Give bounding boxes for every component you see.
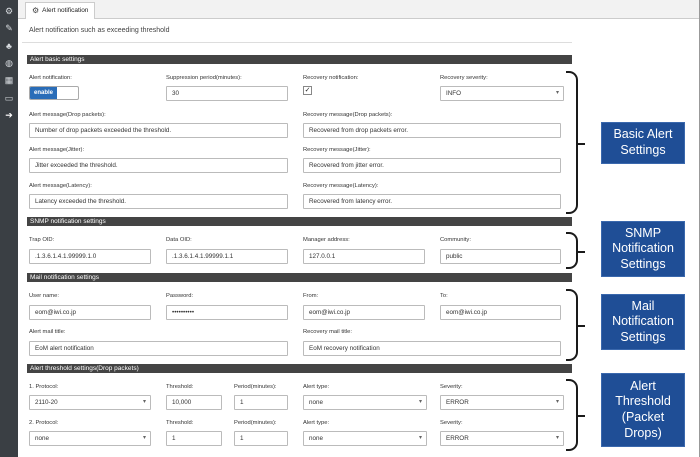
data-oid-label: Data OID:: [166, 237, 192, 243]
to-label: To:: [440, 293, 448, 299]
suppression-period-input[interactable]: 30: [166, 86, 288, 101]
protocol-1-select[interactable]: 2110-20: [29, 395, 151, 410]
tab-alert-notification[interactable]: ⚙ Alert notification: [25, 2, 96, 19]
latency-recovery-input[interactable]: Recovered from latency error.: [303, 194, 561, 209]
user-name-input[interactable]: eom@iwi.co.jp: [29, 305, 151, 320]
severity-1-label: Severity:: [440, 384, 463, 390]
latency-message-input[interactable]: Latency exceeded the threshold.: [29, 194, 288, 209]
alert-notification-toggle[interactable]: enable: [29, 86, 79, 100]
callout-threshold: Alert Threshold (Packet Drops): [601, 373, 685, 447]
jitter-recovery-label: Recovery message(Jitter):: [303, 147, 371, 153]
jitter-message-input[interactable]: Jitter exceeded the threshold.: [29, 158, 288, 173]
brace-snmp: [566, 232, 585, 269]
severity-2-label: Severity:: [440, 420, 463, 426]
drop-recovery-input[interactable]: Recovered from drop packets error.: [303, 123, 561, 138]
tab-label: Alert notification: [42, 7, 89, 14]
period-1-input[interactable]: 1: [234, 395, 288, 410]
callout-snmp-line-1: SNMP: [624, 225, 662, 240]
sidebar: ⚙ ✎ ♣ ◍ ▦ ▭ ➔: [0, 0, 18, 457]
callout-threshold-line-4: Drops): [624, 425, 662, 440]
user-name-label: User name:: [29, 293, 59, 299]
from-label: From:: [303, 293, 319, 299]
jitter-message-label: Alert message(Jitter):: [29, 147, 85, 153]
community-label: Community:: [440, 237, 471, 243]
threshold-2-label: Threshold:: [166, 420, 194, 426]
section-header-mail: Mail notification settings: [27, 273, 572, 282]
latency-message-label: Alert message(Latency):: [29, 183, 92, 189]
page-description: Alert notification such as exceeding thr…: [29, 27, 170, 34]
community-input[interactable]: public: [440, 249, 561, 264]
password-input[interactable]: ••••••••••: [166, 305, 288, 320]
alert-mail-title-label: Alert mail title:: [29, 329, 66, 335]
drop-message-input[interactable]: Number of drop packets exceeded the thre…: [29, 123, 288, 138]
recovery-notification-checkbox[interactable]: ✓: [303, 86, 312, 95]
protocol-1-label: 1. Protocol:: [29, 384, 59, 390]
recovery-severity-select[interactable]: INFO: [440, 86, 564, 101]
alert-notification-label: Alert notification:: [29, 75, 72, 81]
callout-basic: Basic Alert Settings: [601, 122, 685, 164]
arrow-right-icon[interactable]: ➔: [3, 109, 15, 121]
drop-message-label: Alert message(Drop packets):: [29, 112, 106, 118]
callout-threshold-line-3: (Packet: [621, 410, 665, 424]
trap-oid-input[interactable]: .1.3.6.1.4.1.99999.1.0: [29, 249, 151, 264]
globe-icon[interactable]: ◍: [3, 57, 15, 69]
password-label: Password:: [166, 293, 194, 299]
edit-icon[interactable]: ✎: [3, 22, 15, 34]
from-input[interactable]: eom@iwi.co.jp: [303, 305, 425, 320]
severity-2-select[interactable]: ERROR: [440, 431, 564, 446]
callout-mail-line-2: Notification: [612, 314, 674, 329]
alert-type-2-select[interactable]: none: [303, 431, 427, 446]
threshold-1-label: Threshold:: [166, 384, 194, 390]
network-icon[interactable]: ♣: [3, 40, 15, 52]
recovery-mail-title-input[interactable]: EoM recovery notification: [303, 341, 561, 356]
alert-mail-title-input[interactable]: EoM alert notification: [29, 341, 288, 356]
callout-snmp: SNMP Notification Settings: [601, 221, 685, 277]
table-icon[interactable]: ▦: [3, 74, 15, 86]
recovery-mail-title-label: Recovery mail title:: [303, 329, 352, 335]
callout-snmp-line-3: Settings: [620, 256, 666, 271]
tab-bar: ⚙ Alert notification: [18, 0, 700, 19]
callout-basic-line-2: Settings: [620, 143, 666, 157]
brace-mail: [566, 289, 585, 361]
callout-basic-line-1: Basic Alert: [613, 127, 673, 142]
suppression-period-label: Suppression period(minutes):: [166, 75, 242, 81]
period-1-label: Period(minutes):: [234, 384, 277, 390]
manager-address-input[interactable]: 127.0.0.1: [303, 249, 425, 264]
to-input[interactable]: eom@iwi.co.jp: [440, 305, 561, 320]
drop-recovery-label: Recovery message(Drop packets):: [303, 112, 393, 118]
callout-mail-line-3: Settings: [620, 329, 666, 344]
monitor-icon[interactable]: ▭: [3, 92, 15, 104]
callout-snmp-line-2: Notification: [612, 241, 674, 256]
severity-1-select[interactable]: ERROR: [440, 395, 564, 410]
threshold-1-input[interactable]: 10,000: [166, 395, 222, 410]
toggle-enable-label: enable: [30, 87, 57, 99]
callout-mail: Mail Notification Settings: [601, 294, 685, 350]
callout-threshold-line-1: Alert: [630, 378, 656, 393]
trap-oid-label: Trap OID:: [29, 237, 55, 243]
alert-type-1-label: Alert type:: [303, 384, 330, 390]
section-header-basic: Alert basic settings: [27, 55, 572, 64]
brace-basic: [566, 71, 585, 214]
divider: [22, 42, 572, 43]
latency-recovery-label: Recovery message(Latency):: [303, 183, 379, 189]
jitter-recovery-input[interactable]: Recovered from jitter error.: [303, 158, 561, 173]
recovery-severity-label: Recovery severity:: [440, 75, 488, 81]
section-header-threshold: Alert threshold settings(Drop packets): [27, 364, 572, 373]
alert-type-1-select[interactable]: none: [303, 395, 427, 410]
gear-icon[interactable]: ⚙: [3, 5, 15, 17]
section-header-snmp: SNMP notification settings: [27, 217, 572, 226]
recovery-notification-label: Recovery notification:: [303, 75, 359, 81]
data-oid-input[interactable]: .1.3.6.1.4.1.99999.1.1: [166, 249, 288, 264]
callout-mail-line-1: Mail: [631, 298, 655, 313]
period-2-label: Period(minutes):: [234, 420, 277, 426]
protocol-2-label: 2. Protocol:: [29, 420, 59, 426]
brace-threshold: [566, 379, 585, 451]
manager-address-label: Manager address:: [303, 237, 350, 243]
alert-type-2-label: Alert type:: [303, 420, 330, 426]
gears-icon: ⚙: [32, 6, 40, 15]
callout-threshold-line-2: Threshold: [615, 394, 671, 409]
period-2-input[interactable]: 1: [234, 431, 288, 446]
threshold-2-input[interactable]: 1: [166, 431, 222, 446]
protocol-2-select[interactable]: none: [29, 431, 151, 446]
